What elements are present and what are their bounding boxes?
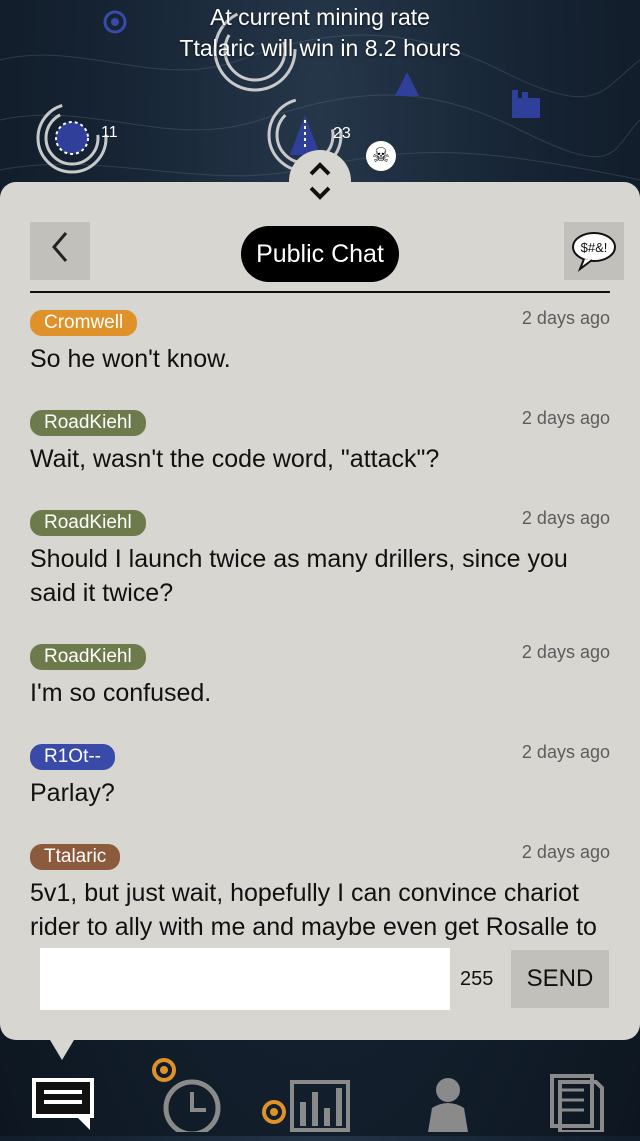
log-tab[interactable] <box>540 1052 620 1134</box>
message-text: Wait, wasn't the code word, "attack"? <box>30 445 440 473</box>
node-count: 11 <box>101 124 118 141</box>
timestamp: 2 days ago <box>521 408 610 428</box>
chevron-left-icon <box>52 232 68 262</box>
chat-title: Public Chat <box>241 226 399 282</box>
chat-message: RoadKiehl 2 days ago Should I launch twi… <box>30 500 620 610</box>
mining-rate-banner: At current mining rate Ttalaric will win… <box>0 0 640 64</box>
document-icon <box>550 1074 604 1134</box>
timestamp: 2 days ago <box>521 508 610 528</box>
node-count: 23 <box>333 125 351 142</box>
timestamp: 2 days ago <box>521 742 610 762</box>
username-badge[interactable]: RoadKiehl <box>30 644 146 670</box>
swear-label: $#&! <box>581 240 608 255</box>
person-icon <box>428 1078 468 1132</box>
username-badge[interactable]: Ttalaric <box>30 844 121 870</box>
message-text: So he won't know. <box>30 345 231 373</box>
chat-tab[interactable] <box>26 1052 106 1132</box>
chat-message: Cromwell 2 days ago So he won't know. <box>30 300 620 376</box>
username-badge[interactable]: RoadKiehl <box>30 410 146 436</box>
banner-line-2: Ttalaric will win in 8.2 hours <box>179 35 461 61</box>
send-button[interactable]: SEND <box>511 950 609 1008</box>
bar-chart-icon <box>262 1080 350 1132</box>
factory-icon[interactable] <box>512 90 540 118</box>
username-badge[interactable]: R1Ot-- <box>30 744 115 770</box>
back-button[interactable] <box>30 222 90 280</box>
driller-icon[interactable] <box>395 72 419 96</box>
message-text: Should I launch twice as many drillers, … <box>30 545 568 607</box>
header-divider <box>30 291 610 293</box>
clock-icon <box>152 1058 221 1137</box>
expand-collapse-icon <box>309 162 331 200</box>
message-text: 5v1, but just wait, hopefully I can conv… <box>30 879 597 941</box>
ring-node-icon[interactable] <box>36 102 108 174</box>
chat-message: R1Ot-- 2 days ago Parlay? <box>30 734 620 810</box>
bottom-tab-bar <box>0 1040 640 1137</box>
chat-panel: Public Chat $#&! Cromwell 2 days ago So … <box>0 182 640 1040</box>
speech-bubble-icon: $#&! <box>572 231 616 272</box>
timestamp: 2 days ago <box>521 842 610 862</box>
chat-message: RoadKiehl 2 days ago Wait, wasn't the co… <box>30 400 620 476</box>
message-text: I'm so confused. <box>30 679 212 707</box>
swear-filter-button[interactable]: $#&! <box>564 222 624 280</box>
message-input[interactable] <box>40 948 450 1010</box>
username-badge[interactable]: RoadKiehl <box>30 510 146 536</box>
message-list[interactable]: Cromwell 2 days ago So he won't know. Ro… <box>30 300 620 945</box>
char-counter: 255 <box>460 968 494 990</box>
timestamp: 2 days ago <box>521 308 610 328</box>
collapse-toggle[interactable] <box>289 150 351 212</box>
chat-icon <box>32 1078 94 1130</box>
timestamp: 2 days ago <box>521 642 610 662</box>
stats-tab[interactable] <box>260 1052 350 1132</box>
chat-message: RoadKiehl 2 days ago I'm so confused. <box>30 634 620 710</box>
skull-icon[interactable]: ☠ <box>366 141 396 171</box>
players-tab[interactable] <box>410 1052 490 1132</box>
chat-message: Ttalaric 2 days ago 5v1, but just wait, … <box>30 834 620 945</box>
username-badge[interactable]: Cromwell <box>30 310 138 336</box>
banner-line-1: At current mining rate <box>210 4 430 30</box>
message-text: Parlay? <box>30 779 115 807</box>
history-tab[interactable] <box>150 1052 230 1137</box>
